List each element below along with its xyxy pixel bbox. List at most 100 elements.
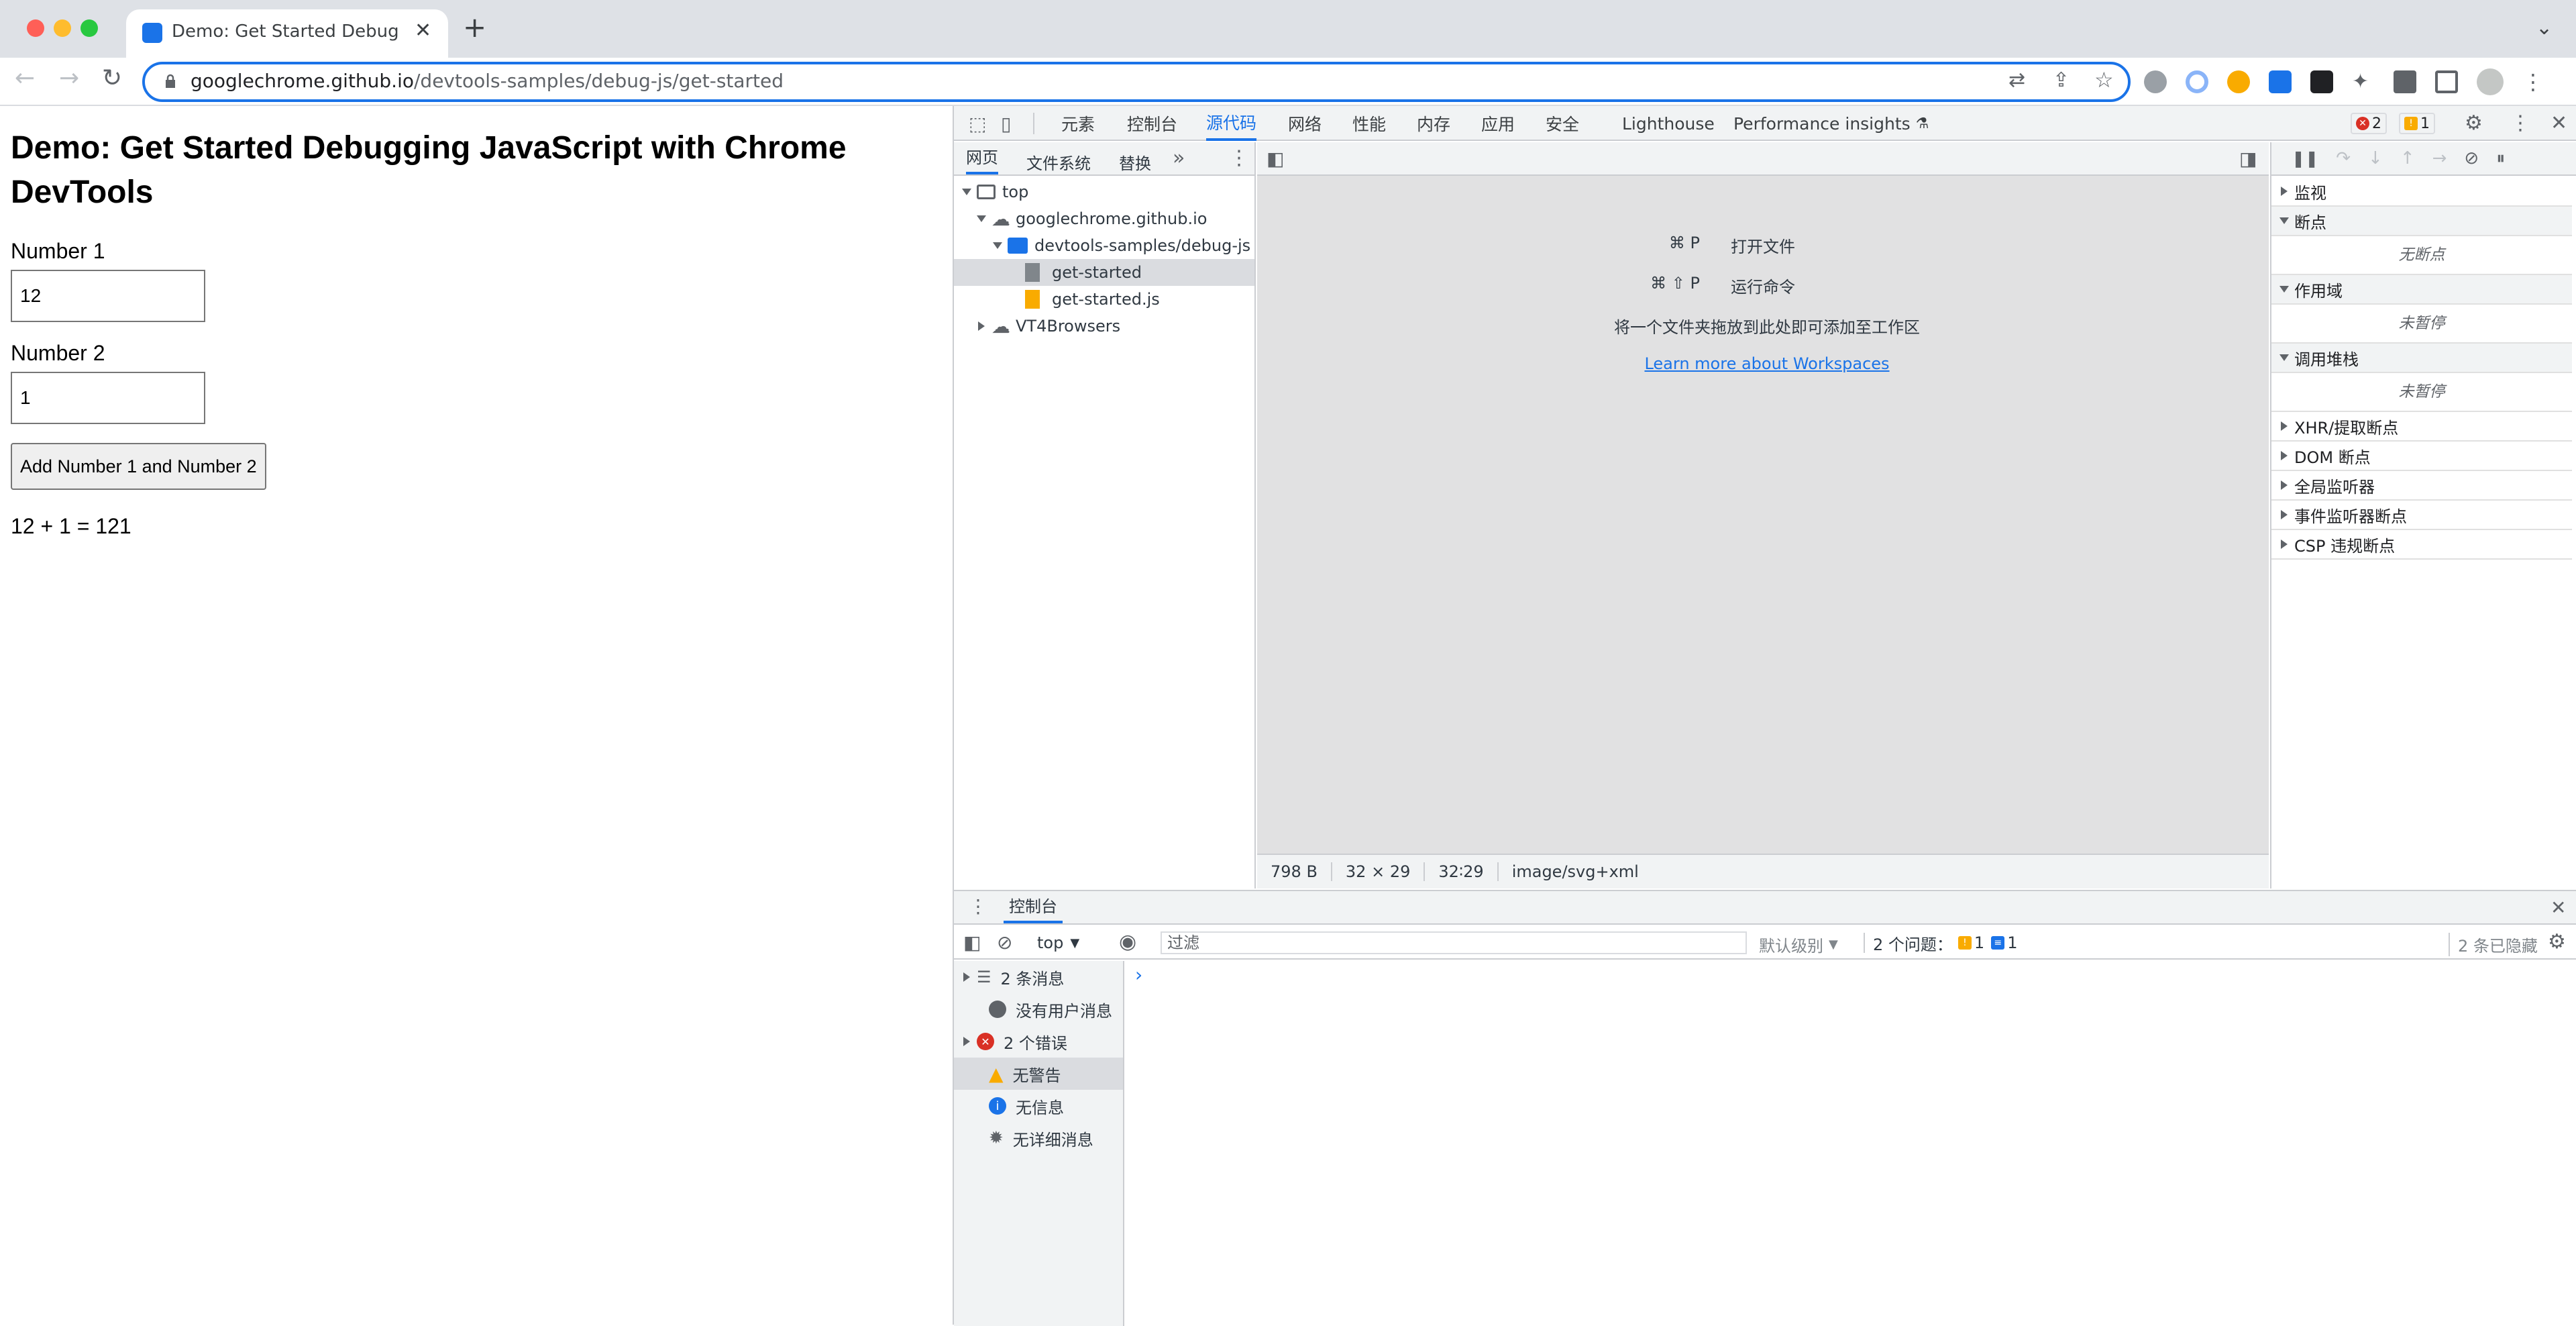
- translate-icon[interactable]: ⇄: [2008, 68, 2025, 92]
- issues-button[interactable]: 2 个问题： ! 1 ≡ 1: [1864, 933, 2017, 954]
- close-devtools-icon[interactable]: ✕: [2551, 111, 2567, 135]
- section-event-listeners[interactable]: 事件监听器断点: [2271, 501, 2572, 530]
- devtools-menu-icon[interactable]: ⋮: [2510, 111, 2530, 135]
- section-scope[interactable]: 作用域: [2271, 275, 2572, 305]
- step-into-icon[interactable]: ↓: [2368, 148, 2383, 168]
- add-numbers-button[interactable]: Add Number 1 and Number 2: [11, 443, 266, 490]
- tab-lighthouse[interactable]: Lighthouse: [1622, 106, 1715, 141]
- share-icon[interactable]: ⇪: [2053, 68, 2070, 92]
- back-arrow-icon[interactable]: ←: [15, 64, 35, 92]
- side-panel-icon[interactable]: [2435, 70, 2458, 93]
- extension-4-icon[interactable]: [2269, 70, 2292, 93]
- tab-application[interactable]: 应用: [1481, 106, 1515, 141]
- section-watch[interactable]: 监视: [2271, 177, 2572, 207]
- clear-console-icon[interactable]: ⊘: [997, 931, 1012, 954]
- navigator-tab-page[interactable]: 网页: [966, 142, 998, 174]
- toggle-navigator-icon[interactable]: ◧: [1267, 148, 1284, 170]
- profile-avatar[interactable]: [2477, 68, 2504, 95]
- drawer-tab-console[interactable]: 控制台: [1004, 891, 1063, 923]
- tree-item-top[interactable]: top: [954, 178, 1028, 205]
- warning-count-badge[interactable]: ! 1: [2399, 113, 2435, 134]
- new-tab-button[interactable]: +: [463, 11, 486, 44]
- navigator-tab-filesystem[interactable]: 文件系统: [1026, 150, 1091, 174]
- shortcut2-label: 运行命令: [1731, 278, 1795, 297]
- inspect-element-icon[interactable]: ⬚: [969, 113, 986, 135]
- pause-icon[interactable]: ❚❚: [2292, 149, 2318, 168]
- extension-6-icon[interactable]: [2394, 70, 2416, 93]
- drawer-menu-icon[interactable]: ⋮: [969, 895, 987, 917]
- device-toolbar-icon[interactable]: ▯: [1001, 113, 1011, 135]
- console-filter-input[interactable]: 过滤: [1161, 931, 1747, 954]
- sidebar-info[interactable]: i 无信息: [954, 1090, 1123, 1122]
- browser-tab[interactable]: Demo: Get Started Debugging ✕: [126, 9, 448, 58]
- tab-close-icon[interactable]: ✕: [415, 19, 431, 42]
- bookmark-star-icon[interactable]: ☆: [2094, 67, 2114, 93]
- sidebar-errors[interactable]: ✕ 2 个错误: [954, 1025, 1123, 1058]
- forward-arrow-icon[interactable]: →: [59, 64, 79, 92]
- log-level-selector[interactable]: 默认级别 ▼: [1759, 933, 1838, 956]
- expand-chevron-icon: [2279, 217, 2289, 224]
- section-callstack[interactable]: 调用堆栈: [2271, 344, 2572, 373]
- extension-1-icon[interactable]: [2144, 70, 2167, 93]
- maximize-window-button[interactable]: [80, 19, 98, 37]
- section-xhr[interactable]: XHR/提取断点: [2271, 412, 2572, 442]
- tree-item-folder[interactable]: devtools-samples/debug-js: [985, 232, 1250, 259]
- tab-network[interactable]: 网络: [1288, 106, 1322, 141]
- deactivate-breakpoints-icon[interactable]: ⊘: [2464, 148, 2479, 168]
- toggle-sidebar-icon[interactable]: ◧: [963, 931, 981, 954]
- navigator-menu-icon[interactable]: ⋮: [1229, 146, 1249, 170]
- sidebar-all-messages[interactable]: ☰ 2 条消息: [954, 961, 1123, 993]
- section-global-listeners[interactable]: 全局监听器: [2271, 471, 2572, 501]
- settings-gear-icon[interactable]: ⚙: [2465, 111, 2483, 135]
- error-count-badge[interactable]: ✕ 2: [2351, 113, 2387, 134]
- more-tabs-chevron-icon[interactable]: »: [1173, 146, 1185, 170]
- tab-security[interactable]: 安全: [1546, 106, 1579, 141]
- address-bar[interactable]: googlechrome.github.io/devtools-samples/…: [142, 62, 2131, 102]
- console-settings-gear-icon[interactable]: ⚙: [2548, 930, 2566, 954]
- section-dom[interactable]: DOM 断点: [2271, 442, 2572, 471]
- extension-5-icon[interactable]: [2310, 70, 2333, 93]
- tab-performance[interactable]: 性能: [1352, 106, 1386, 141]
- tabbar-divider: [1033, 113, 1034, 134]
- tab-memory[interactable]: 内存: [1417, 106, 1450, 141]
- browser-menu-icon[interactable]: ⋮: [2522, 69, 2544, 95]
- workspaces-link[interactable]: Learn more about Workspaces: [1257, 354, 2277, 373]
- toggle-debugger-icon[interactable]: ◨: [2239, 148, 2257, 170]
- sidebar-warnings-label: 无警告: [1012, 1066, 1061, 1085]
- step-over-icon[interactable]: ↷: [2336, 148, 2351, 168]
- tree-item-domain[interactable]: ☁ googlechrome.github.io: [969, 205, 1207, 232]
- section-callstack-label: 调用堆栈: [2294, 350, 2359, 369]
- tab-sources[interactable]: 源代码: [1206, 106, 1257, 141]
- step-icon[interactable]: →: [2432, 148, 2447, 168]
- live-expression-eye-icon[interactable]: ◉: [1119, 930, 1136, 954]
- close-window-button[interactable]: [27, 19, 44, 37]
- tree-item-vt4browsers[interactable]: ☁ VT4Browsers: [969, 313, 1120, 340]
- tree-item-get-started[interactable]: get-started: [954, 259, 1254, 286]
- tab-search-chevron-down-icon[interactable]: ⌄: [2536, 16, 2553, 40]
- user-icon: [989, 1001, 1006, 1018]
- info-icon: i: [989, 1097, 1006, 1115]
- section-csp[interactable]: CSP 违规断点: [2271, 530, 2572, 560]
- navigator-tab-overrides[interactable]: 替换: [1119, 150, 1151, 174]
- sidebar-warnings[interactable]: ▲ 无警告: [954, 1058, 1123, 1090]
- reload-icon[interactable]: ↻: [102, 64, 122, 92]
- pause-on-exceptions-icon[interactable]: ⏸: [2496, 148, 2505, 169]
- tab-console[interactable]: 控制台: [1127, 106, 1177, 141]
- extensions-puzzle-icon[interactable]: ✦: [2352, 70, 2375, 93]
- extension-2-icon[interactable]: [2186, 70, 2208, 93]
- number2-input[interactable]: 1: [11, 372, 205, 424]
- close-drawer-icon[interactable]: ✕: [2551, 897, 2566, 919]
- console-prompt[interactable]: ›: [1135, 964, 1142, 986]
- step-out-icon[interactable]: ↑: [2400, 148, 2415, 168]
- sidebar-user-messages[interactable]: 没有用户消息: [954, 993, 1123, 1025]
- tab-performance-insights[interactable]: Performance insights ⚗: [1733, 106, 1929, 141]
- context-selector[interactable]: top ▼: [1037, 933, 1079, 953]
- tab-elements[interactable]: 元素: [1061, 106, 1095, 141]
- tree-item-get-started-js[interactable]: get-started.js: [954, 286, 1160, 313]
- sidebar-verbose[interactable]: ✹ 无详细消息: [954, 1122, 1123, 1154]
- minimize-window-button[interactable]: [54, 19, 71, 37]
- extension-3-icon[interactable]: [2227, 70, 2250, 93]
- editor-statusbar: 798 B 32 × 29 32∶29 image/svg+xml: [1257, 854, 2269, 888]
- number1-input[interactable]: 12: [11, 270, 205, 322]
- section-breakpoints[interactable]: 断点: [2271, 207, 2572, 236]
